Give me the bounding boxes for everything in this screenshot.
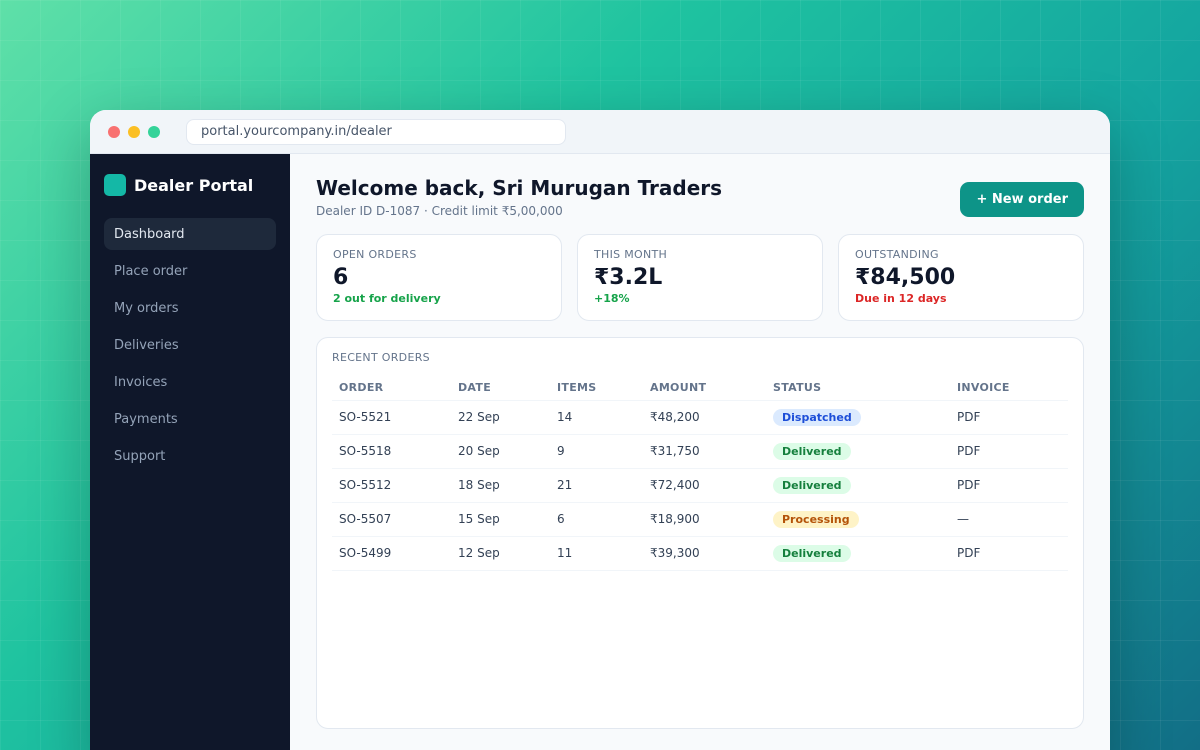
url-text: portal.yourcompany.in/dealer — [201, 124, 392, 139]
order-id[interactable]: SO-5521 — [332, 400, 451, 435]
order-items: 21 — [550, 468, 643, 503]
order-date: 15 Sep — [451, 502, 550, 537]
stats-row: OPEN ORDERS 6 2 out for delivery THIS MO… — [316, 234, 1084, 321]
order-date: 18 Sep — [451, 468, 550, 503]
order-status-cell: Delivered — [766, 434, 950, 469]
table-header-row: ORDER DATE ITEMS AMOUNT STATUS INVOICE — [332, 376, 1068, 401]
table-row[interactable]: SO-5512 18 Sep 21 ₹72,400 Delivered PDF — [332, 468, 1068, 503]
invoice-link[interactable]: PDF — [950, 468, 1068, 503]
invoice-placeholder: — — [950, 502, 1068, 537]
window-close-icon[interactable] — [108, 125, 120, 138]
stat-label: THIS MONTH — [594, 248, 668, 261]
status-badge: Delivered — [773, 544, 851, 562]
status-badge: Dispatched — [773, 408, 861, 426]
order-date: 22 Sep — [451, 400, 550, 435]
app-body: Dealer Portal Dashboard Place order My o… — [90, 154, 1110, 750]
order-id[interactable]: SO-5512 — [332, 468, 451, 503]
order-status-cell: Delivered — [766, 536, 950, 571]
order-id[interactable]: SO-5507 — [332, 502, 451, 537]
stat-label: OPEN ORDERS — [333, 248, 417, 261]
recent-orders-title: RECENT ORDERS — [332, 351, 430, 364]
status-badge: Delivered — [773, 476, 851, 494]
orders-table: ORDER DATE ITEMS AMOUNT STATUS INVOICE S… — [332, 376, 1068, 571]
brand-name: Dealer Portal — [134, 175, 254, 195]
stat-value: 6 — [333, 265, 349, 290]
window-minimize-icon[interactable] — [128, 125, 140, 138]
table-row[interactable]: SO-5521 22 Sep 14 ₹48,200 Dispatched PDF — [332, 400, 1068, 435]
order-status-cell: Dispatched — [766, 400, 950, 435]
order-date: 12 Sep — [451, 536, 550, 571]
invoice-link[interactable]: PDF — [950, 434, 1068, 469]
order-items: 9 — [550, 434, 643, 469]
browser-window: portal.yourcompany.in/dealer Dealer Port… — [90, 110, 1110, 750]
brand: Dealer Portal — [104, 174, 276, 196]
sidebar-item-my-orders[interactable]: My orders — [104, 292, 276, 324]
table-row[interactable]: SO-5518 20 Sep 9 ₹31,750 Delivered PDF — [332, 434, 1068, 469]
browser-titlebar: portal.yourcompany.in/dealer — [90, 110, 1110, 154]
order-id[interactable]: SO-5518 — [332, 434, 451, 469]
order-items: 11 — [550, 536, 643, 571]
table-row[interactable]: SO-5499 12 Sep 11 ₹39,300 Delivered PDF — [332, 536, 1068, 571]
order-amount: ₹39,300 — [643, 536, 766, 571]
table-row[interactable]: SO-5507 15 Sep 6 ₹18,900 Processing — — [332, 502, 1068, 537]
sidebar-nav: Dashboard Place order My orders Deliveri… — [104, 218, 276, 472]
stat-note: Due in 12 days — [855, 292, 947, 305]
stat-value: ₹3.2L — [594, 265, 663, 290]
status-badge: Processing — [773, 510, 859, 528]
order-id[interactable]: SO-5499 — [332, 536, 451, 571]
column-header-status: STATUS — [766, 376, 950, 401]
order-items: 14 — [550, 400, 643, 435]
page-title: Welcome back, Sri Murugan Traders — [316, 176, 723, 200]
stat-card-open-orders: OPEN ORDERS 6 2 out for delivery — [316, 234, 562, 321]
sidebar-item-dashboard[interactable]: Dashboard — [104, 218, 276, 250]
order-amount: ₹18,900 — [643, 502, 766, 537]
order-amount: ₹72,400 — [643, 468, 766, 503]
sidebar-item-invoices[interactable]: Invoices — [104, 366, 276, 398]
page-header: Welcome back, Sri Murugan Traders Dealer… — [316, 176, 1084, 218]
main-content: Welcome back, Sri Murugan Traders Dealer… — [290, 154, 1110, 750]
new-order-button[interactable]: + New order — [960, 182, 1084, 217]
column-header-items: ITEMS — [550, 376, 643, 401]
column-header-order: ORDER — [332, 376, 451, 401]
order-status-cell: Delivered — [766, 468, 950, 503]
stat-label: OUTSTANDING — [855, 248, 939, 261]
sidebar-item-place-order[interactable]: Place order — [104, 255, 276, 287]
stat-card-this-month: THIS MONTH ₹3.2L +18% — [577, 234, 823, 321]
sidebar: Dealer Portal Dashboard Place order My o… — [90, 154, 290, 750]
recent-orders-card: RECENT ORDERS ORDER DATE ITEMS AMOUNT ST… — [316, 337, 1084, 729]
stat-note: +18% — [594, 292, 630, 305]
column-header-date: DATE — [451, 376, 550, 401]
order-status-cell: Processing — [766, 502, 950, 537]
stat-card-outstanding: OUTSTANDING ₹84,500 Due in 12 days — [838, 234, 1084, 321]
order-items: 6 — [550, 502, 643, 537]
status-badge: Delivered — [773, 442, 851, 460]
dealer-info: Dealer ID D-1087 · Credit limit ₹5,00,00… — [316, 204, 563, 218]
order-date: 20 Sep — [451, 434, 550, 469]
column-header-amount: AMOUNT — [643, 376, 766, 401]
sidebar-item-support[interactable]: Support — [104, 440, 276, 472]
invoice-link[interactable]: PDF — [950, 536, 1068, 571]
brand-logo-icon — [104, 174, 126, 196]
sidebar-item-deliveries[interactable]: Deliveries — [104, 329, 276, 361]
stat-value: ₹84,500 — [855, 265, 956, 290]
window-maximize-icon[interactable] — [148, 125, 160, 138]
column-header-invoice: INVOICE — [950, 376, 1068, 401]
stat-note: 2 out for delivery — [333, 292, 441, 305]
url-bar[interactable]: portal.yourcompany.in/dealer — [186, 118, 566, 145]
order-amount: ₹48,200 — [643, 400, 766, 435]
order-amount: ₹31,750 — [643, 434, 766, 469]
invoice-link[interactable]: PDF — [950, 400, 1068, 435]
sidebar-item-payments[interactable]: Payments — [104, 403, 276, 435]
